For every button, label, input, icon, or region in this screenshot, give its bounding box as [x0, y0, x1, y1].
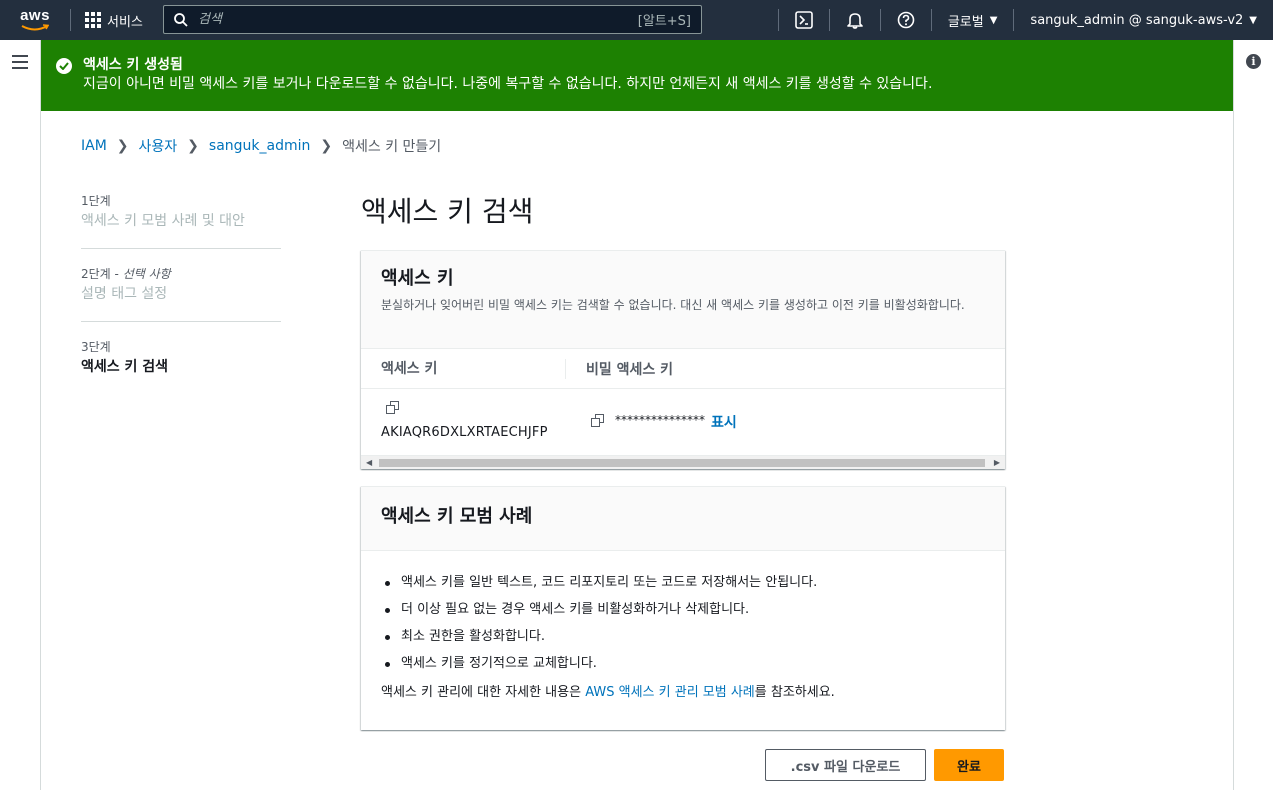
done-button[interactable]: 완료 — [934, 749, 1004, 781]
region-selector[interactable]: 글로벌 ▼ — [932, 0, 1014, 40]
region-label: 글로벌 — [947, 14, 984, 30]
main-content: 액세스 키 생성됨 지금이 아니면 비밀 액세스 키를 보거나 다운로드할 수 … — [41, 40, 1233, 790]
help-icon — [897, 11, 915, 29]
top-navigation: aws 서비스 [알트+S] — [0, 0, 1273, 40]
step-name: 설명 태그 설정 — [81, 286, 168, 302]
services-menu-button[interactable]: 서비스 — [71, 0, 157, 40]
best-practices-panel: 액세스 키 모범 사례 액세스 키를 일반 텍스트, 코드 리포지토리 또는 코… — [361, 486, 1005, 730]
step-optional-label: 선택 사항 — [122, 267, 171, 281]
horizontal-scrollbar[interactable]: ◀ ▶ — [361, 455, 1005, 469]
search-input[interactable] — [188, 12, 638, 27]
list-item: 액세스 키를 일반 텍스트, 코드 리포지토리 또는 코드로 저장해서는 안됩니… — [381, 569, 985, 596]
step-name: 액세스 키 검색 — [81, 359, 169, 375]
secret-key-masked: *************** — [615, 413, 705, 427]
access-key-value: AKIAQR6DXLXRTAECHJFP — [381, 425, 548, 440]
note-prefix: 액세스 키 관리에 대한 자세한 내용은 — [381, 685, 586, 700]
cloudshell-button[interactable] — [779, 0, 829, 40]
search-icon — [174, 12, 188, 27]
chevron-right-icon: ❯ — [187, 138, 199, 154]
wizard-step-1: 1단계 액세스 키 모범 사례 및 대안 — [81, 192, 281, 249]
access-key-panel: 액세스 키 분실하거나 잊어버린 비밀 액세스 키는 검색할 수 없습니다. 대… — [361, 250, 1005, 469]
table-row: AKIAQR6DXLXRTAECHJFP *************** 표시 — [361, 389, 1005, 455]
flash-message: 지금이 아니면 비밀 액세스 키를 보거나 다운로드할 수 없습니다. 나중에 … — [83, 76, 933, 92]
step-number-text: 3단계 — [81, 340, 111, 354]
column-header-secret-key: 비밀 액세스 키 — [586, 361, 674, 378]
scroll-right-icon[interactable]: ▶ — [994, 458, 1000, 467]
show-secret-link[interactable]: 표시 — [711, 412, 737, 432]
scrollbar-thumb[interactable] — [379, 459, 985, 467]
services-label: 서비스 — [107, 14, 143, 30]
step-number: 1단계 — [81, 192, 281, 210]
scroll-left-icon[interactable]: ◀ — [366, 458, 372, 467]
breadcrumb-user[interactable]: sanguk_admin — [209, 138, 310, 154]
flash-title: 액세스 키 생성됨 — [83, 57, 183, 73]
notifications-button[interactable] — [830, 0, 880, 40]
list-item: 더 이상 필요 없는 경우 액세스 키를 비활성화하거나 삭제합니다. — [381, 596, 985, 623]
best-practices-note: 액세스 키 관리에 대한 자세한 내용은 AWS 액세스 키 관리 모범 사례를… — [361, 677, 1005, 709]
nav-right-group: 글로벌 ▼ sanguk_admin @ sanguk-aws-v2 ▼ — [777, 0, 1273, 40]
menu-icon[interactable] — [12, 55, 28, 73]
wizard-step-3: 3단계 액세스 키 검색 — [81, 338, 281, 394]
left-rail — [0, 40, 41, 790]
page-title: 액세스 키 검색 — [361, 195, 534, 228]
wizard-steps: 1단계 액세스 키 모범 사례 및 대안 2단계 - 선택 사항 설명 태그 설… — [81, 192, 281, 410]
chevron-right-icon: ❯ — [320, 138, 333, 154]
breadcrumb-users[interactable]: 사용자 — [139, 136, 178, 156]
panel-description: 분실하거나 잊어버린 비밀 액세스 키는 검색할 수 없습니다. 대신 새 액세… — [381, 298, 965, 312]
wizard-step-2: 2단계 - 선택 사항 설명 태그 설정 — [81, 265, 281, 322]
bell-icon — [847, 13, 863, 29]
panel-header: 액세스 키 모범 사례 — [361, 487, 1005, 551]
account-label: sanguk_admin @ sanguk-aws-v2 — [1030, 12, 1244, 28]
search-box[interactable]: [알트+S] — [163, 5, 702, 34]
table-header: 액세스 키 비밀 액세스 키 — [361, 349, 1005, 389]
help-button[interactable] — [881, 0, 931, 40]
breadcrumb-iam[interactable]: IAM — [81, 138, 107, 154]
copy-icon[interactable] — [386, 401, 400, 415]
breadcrumb-current: 액세스 키 만들기 — [342, 139, 442, 155]
best-practices-list: 액세스 키를 일반 텍스트, 코드 리포지토리 또는 코드로 저장해서는 안됩니… — [361, 551, 1005, 677]
panel-header: 액세스 키 분실하거나 잊어버린 비밀 액세스 키는 검색할 수 없습니다. 대… — [361, 251, 1005, 349]
step-number: 2단계 - 선택 사항 — [81, 265, 281, 283]
success-check-icon — [56, 58, 72, 74]
cloudshell-icon — [795, 11, 813, 29]
chevron-right-icon: ❯ — [116, 138, 129, 154]
list-item: 액세스 키를 정기적으로 교체합니다. — [381, 650, 985, 677]
caret-down-icon: ▼ — [989, 14, 998, 26]
list-item: 최소 권한을 활성화합니다. — [381, 623, 985, 650]
aws-smile-icon — [21, 23, 49, 30]
column-header-access-key: 액세스 키 — [361, 358, 566, 379]
breadcrumb: IAM ❯ 사용자 ❯ sanguk_admin ❯ 액세스 키 만들기 — [81, 136, 441, 156]
panel-title: 액세스 키 — [381, 268, 454, 289]
search-shortcut-hint: [알트+S] — [637, 14, 691, 29]
step-number-text: 1단계 — [81, 194, 111, 208]
step-number: 3단계 — [81, 338, 281, 356]
info-icon[interactable]: i — [1246, 54, 1261, 69]
copy-icon[interactable] — [591, 414, 605, 428]
panel-title: 액세스 키 모범 사례 — [381, 506, 533, 527]
account-menu[interactable]: sanguk_admin @ sanguk-aws-v2 ▼ — [1014, 0, 1273, 40]
step-number-text: 2단계 - — [81, 267, 123, 281]
best-practices-link[interactable]: AWS 액세스 키 관리 모범 사례 — [585, 685, 755, 700]
aws-logo[interactable]: aws — [0, 0, 70, 40]
step-name: 액세스 키 모범 사례 및 대안 — [81, 213, 245, 229]
success-flashbar: 액세스 키 생성됨 지금이 아니면 비밀 액세스 키를 보거나 다운로드할 수 … — [41, 40, 1233, 111]
right-rail: i — [1233, 40, 1273, 790]
grid-icon — [85, 12, 101, 28]
note-suffix: 를 참조하세요. — [754, 685, 835, 700]
download-csv-button[interactable]: .csv 파일 다운로드 — [765, 749, 926, 781]
caret-down-icon: ▼ — [1249, 14, 1257, 26]
